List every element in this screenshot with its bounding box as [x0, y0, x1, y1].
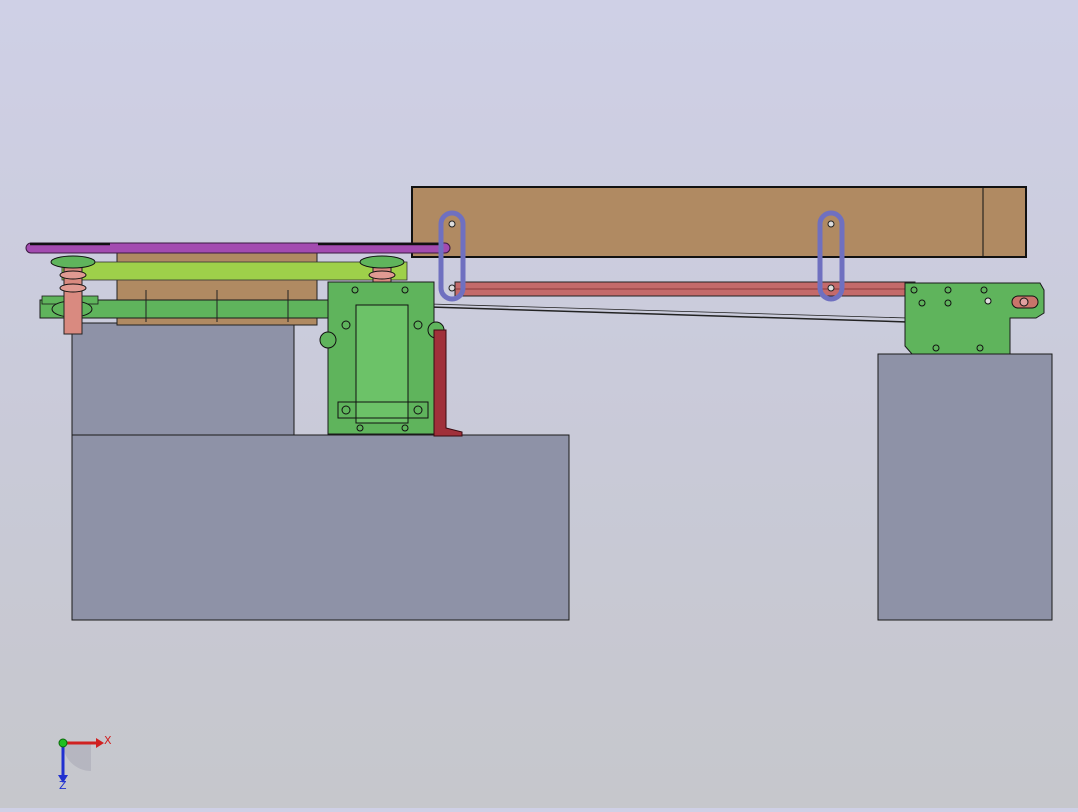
central-gearbox[interactable]	[319, 281, 445, 435]
purple-rail[interactable]	[25, 242, 451, 254]
cad-viewport[interactable]: X Z	[0, 0, 1078, 808]
right-green-bracket[interactable]	[904, 282, 1045, 355]
orientation-triad[interactable]: X Z	[58, 734, 112, 792]
z-axis-label: Z	[59, 779, 67, 792]
belt-line	[429, 306, 909, 323]
x-axis-label: X	[104, 734, 112, 747]
right-base-block[interactable]	[877, 353, 1053, 621]
red-guide-rail[interactable]	[454, 281, 916, 297]
wood-beam-upper[interactable]	[411, 186, 1027, 258]
model-view: X Z	[25, 186, 1053, 792]
light-green-strip	[61, 261, 408, 281]
left-base-block[interactable]	[71, 322, 570, 621]
dark-red-motor[interactable]	[433, 329, 463, 437]
